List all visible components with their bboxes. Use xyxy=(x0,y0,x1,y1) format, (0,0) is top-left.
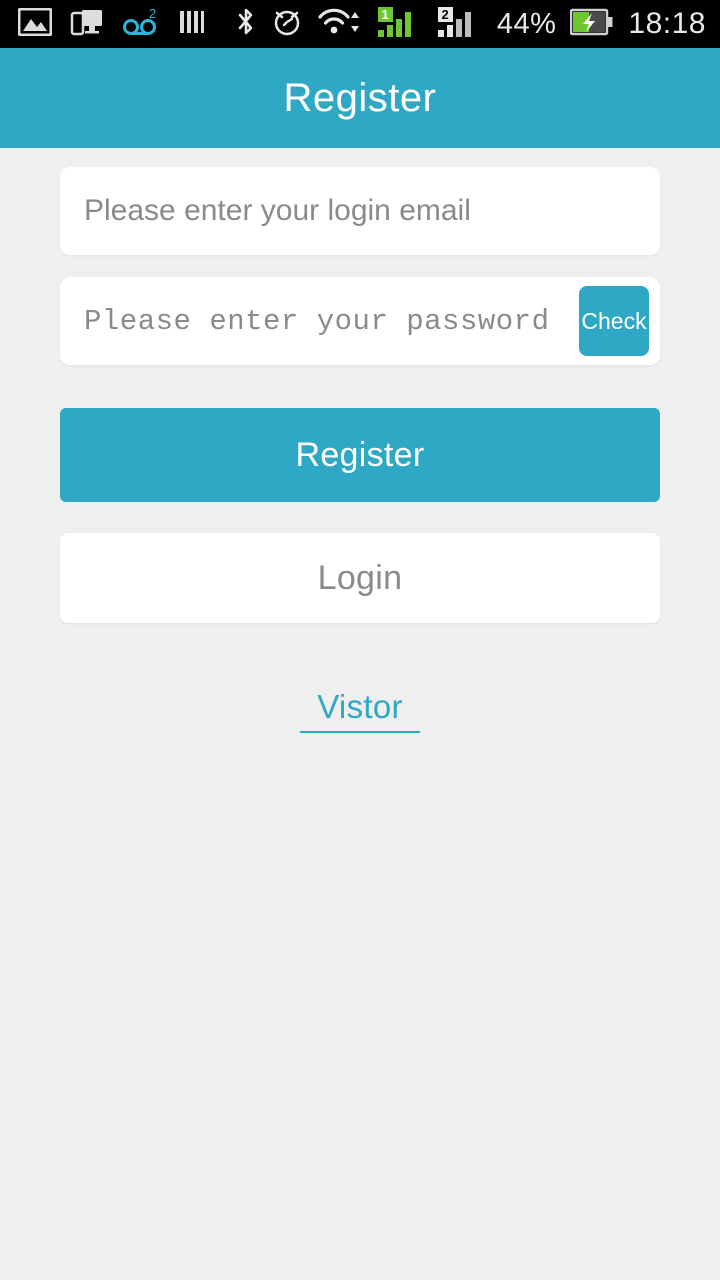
status-bar-clock: 18:18 xyxy=(628,7,706,40)
password-input[interactable] xyxy=(60,277,660,365)
login-button[interactable]: Login xyxy=(60,533,660,623)
photo-gallery-icon xyxy=(17,7,53,41)
check-button[interactable]: Check xyxy=(579,286,649,356)
register-button[interactable]: Register xyxy=(60,408,660,502)
sim1-badge-count: 1 xyxy=(381,7,388,22)
battery-charging-icon xyxy=(570,8,614,41)
vertical-bars-icon xyxy=(178,8,206,41)
main-content: Check Register Login Vistor xyxy=(0,148,720,1280)
visitor-link-container[interactable]: Vistor xyxy=(300,688,420,733)
email-input[interactable] xyxy=(60,167,660,255)
email-field-container[interactable] xyxy=(60,167,660,255)
battery-percent-label: 44% xyxy=(496,7,557,40)
page-title: Register xyxy=(283,75,437,120)
status-bar-right-icons: 1 2 44% 18:18 xyxy=(235,6,706,43)
visitor-link[interactable]: Vistor xyxy=(300,688,420,726)
voicemail-badge-count: 2 xyxy=(149,7,156,21)
screen-mirroring-icon xyxy=(70,8,104,41)
app-header-bar: Register xyxy=(0,48,720,148)
signal-sim1-icon: 1 xyxy=(377,6,423,43)
alarm-clock-icon xyxy=(271,6,303,43)
bluetooth-icon xyxy=(235,6,257,43)
signal-sim2-icon: 2 xyxy=(437,6,483,43)
password-field-container[interactable]: Check xyxy=(60,277,660,365)
visitor-link-underline xyxy=(300,730,420,733)
voicemail-icon: 2 xyxy=(122,6,160,42)
status-bar-left-icons: 2 xyxy=(17,6,206,42)
wifi-icon xyxy=(317,7,363,42)
sim2-badge-count: 2 xyxy=(441,7,448,22)
status-bar: 2 1 2 44% 18:18 xyxy=(0,0,720,48)
